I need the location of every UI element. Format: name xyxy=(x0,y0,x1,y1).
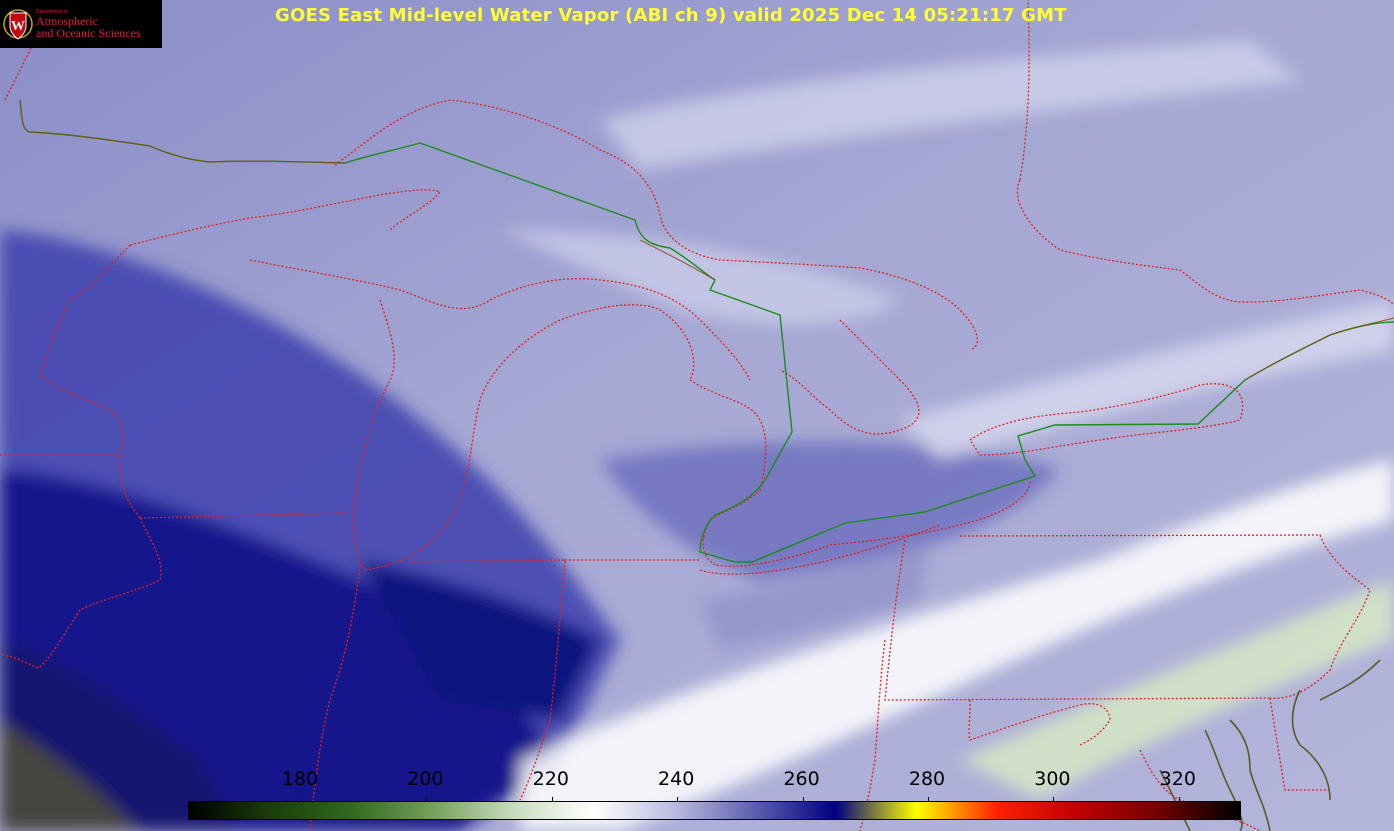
uw-crest-icon: W xyxy=(3,9,33,40)
colorbar-tick-mark xyxy=(802,797,804,802)
colorbar-tick-label: 240 xyxy=(658,768,695,790)
colorbar-tick-mark xyxy=(426,797,428,802)
colorbar-tick-mark xyxy=(677,797,679,802)
colorbar-tick-label: 200 xyxy=(407,768,444,790)
colorbar-tick-mark xyxy=(1178,797,1180,802)
logo-text: Department of Atmospheric and Oceanic Sc… xyxy=(36,9,141,40)
colorbar-tick-label: 220 xyxy=(532,768,569,790)
map-title: GOES East Mid-level Water Vapor (ABI ch … xyxy=(275,5,1067,26)
colorbar-tick-mark xyxy=(551,797,553,802)
logo-line-1: Atmospheric xyxy=(36,13,98,28)
colorbar-tick-label: 320 xyxy=(1159,768,1196,790)
colorbar-tick-label: 300 xyxy=(1034,768,1071,790)
colorbar-tick-label: 260 xyxy=(783,768,820,790)
colorbar-labels: 180 200 220 240 260 280 300 320 xyxy=(0,768,1394,792)
colorbar-tick-mark xyxy=(1053,797,1055,802)
colorbar-tick-mark xyxy=(301,797,302,802)
colorbar xyxy=(188,797,1241,820)
logo-line-2: and Oceanic Sciences xyxy=(36,25,141,40)
colorbar-tick-label: 180 xyxy=(281,768,319,790)
colorbar-tick-label: 280 xyxy=(908,768,946,790)
aos-logo: W Department of Atmospheric and Oceanic … xyxy=(0,0,162,48)
water-vapor-map xyxy=(0,0,1394,831)
logo-letter: W xyxy=(11,19,25,34)
colorbar-tick-mark xyxy=(928,797,929,802)
